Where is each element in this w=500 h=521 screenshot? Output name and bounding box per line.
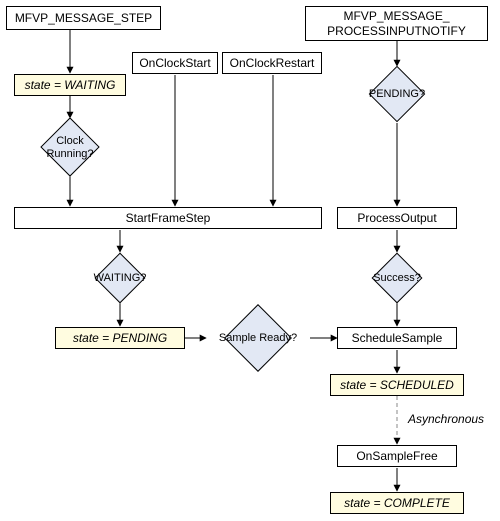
- node-msg-step: MFVP_MESSAGE_STEP: [6, 6, 161, 30]
- node-msg-notify: MFVP_MESSAGE_ PROCESSINPUTNOTIFY: [305, 6, 488, 41]
- label: OnClockRestart: [230, 56, 315, 71]
- node-startframestep: StartFrameStep: [14, 207, 322, 229]
- label: state = PENDING: [73, 331, 167, 346]
- label: state = WAITING: [25, 78, 116, 93]
- label: StartFrameStep: [126, 211, 211, 226]
- node-state-waiting: state = WAITING: [14, 74, 126, 96]
- label: state = COMPLETE: [344, 496, 450, 511]
- node-schedulesample: ScheduleSample: [337, 327, 457, 349]
- node-state-pending: state = PENDING: [55, 327, 185, 349]
- label: MFVP_MESSAGE_ PROCESSINPUTNOTIFY: [327, 9, 466, 39]
- node-onclockstart: OnClockStart: [132, 52, 218, 74]
- node-onclockrestart: OnClockRestart: [222, 52, 322, 74]
- node-onsamplefree: OnSampleFree: [337, 445, 457, 467]
- label: ScheduleSample: [352, 331, 443, 346]
- label: ProcessOutput: [357, 211, 436, 226]
- label: OnClockStart: [139, 56, 210, 71]
- edge-label-asynchronous: Asynchronous: [408, 412, 484, 426]
- flowchart-canvas: MFVP_MESSAGE_STEP MFVP_MESSAGE_ PROCESSI…: [0, 0, 500, 521]
- label: MFVP_MESSAGE_STEP: [15, 11, 152, 26]
- node-state-scheduled: state = SCHEDULED: [330, 374, 464, 396]
- label: OnSampleFree: [356, 449, 437, 464]
- node-processoutput: ProcessOutput: [337, 207, 457, 229]
- label: state = SCHEDULED: [340, 378, 454, 393]
- node-state-complete: state = COMPLETE: [330, 492, 464, 514]
